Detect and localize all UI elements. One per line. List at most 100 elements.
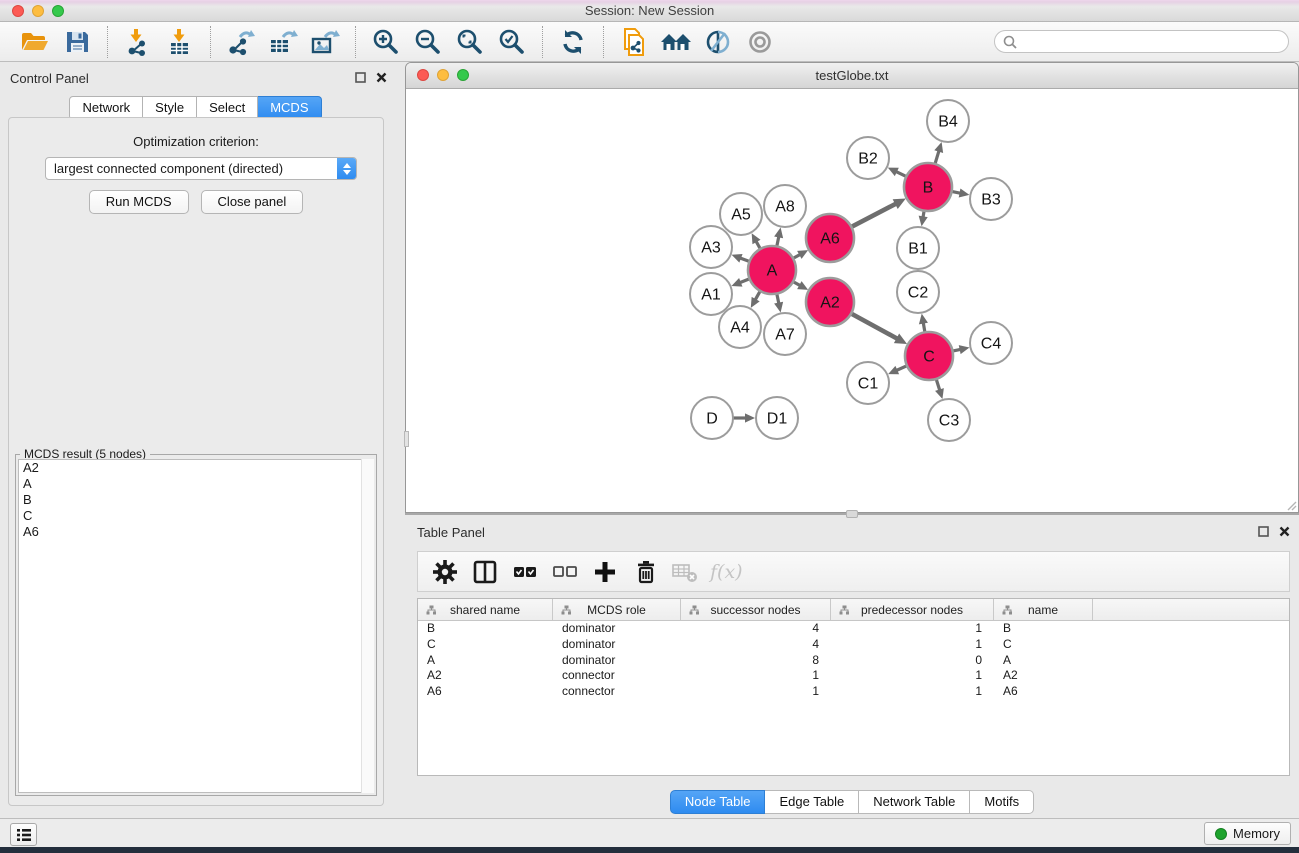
horizontal-splitter[interactable] [405,513,1299,515]
task-history-button[interactable] [10,823,37,846]
main-toolbar [0,22,1299,62]
node-label: B [923,180,934,197]
toolbar-separator [355,26,356,58]
table-row[interactable]: A6connector11A6 [418,684,1289,700]
control-panel-controls [355,72,387,83]
import-network-icon[interactable] [122,26,154,58]
mcds-result-item[interactable]: A2 [19,460,373,476]
table-row[interactable]: Bdominator41B [418,621,1289,637]
mcds-result-item[interactable]: A [19,476,373,492]
float-panel-icon[interactable] [1258,526,1269,537]
column-header[interactable]: predecessor nodes [831,599,994,620]
column-header[interactable]: successor nodes [681,599,831,620]
mcds-result-item[interactable]: B [19,492,373,508]
edge-arrowhead-icon [919,216,928,227]
table-row[interactable]: A2connector11A2 [418,668,1289,684]
app-titlebar: Session: New Session [0,0,1299,22]
search-input[interactable] [1018,33,1288,51]
window-title: Session: New Session [0,3,1299,18]
close-panel-button[interactable]: Close panel [201,190,304,214]
graph-edge[interactable] [851,313,898,339]
node-table[interactable]: shared nameMCDS rolesuccessor nodesprede… [417,598,1290,776]
home-icon[interactable] [660,26,692,58]
float-panel-icon[interactable] [355,72,366,83]
import-table-icon[interactable] [164,26,196,58]
add-column-icon[interactable] [590,558,620,586]
close-panel-icon[interactable] [376,72,387,83]
list-icon [16,828,32,842]
delete-table-icon[interactable] [670,558,700,586]
zoom-out-icon[interactable] [412,26,444,58]
node-label: B2 [858,151,878,168]
column-header[interactable]: name [994,599,1093,620]
save-session-icon[interactable] [61,26,93,58]
run-mcds-button[interactable]: Run MCDS [89,190,189,214]
node-label: A2 [820,295,840,312]
network-graph[interactable]: B4B2BB3A5A8A6A3B1AA1C2A2A4A7CC4C1C3DD1 [406,89,1298,512]
memory-button[interactable]: Memory [1204,822,1291,845]
table-panel-title: Table Panel [417,525,485,540]
select-all-icon[interactable] [510,558,540,586]
network-window-title: testGlobe.txt [406,68,1298,83]
node-label: A7 [775,327,795,344]
delete-column-icon[interactable] [630,558,660,586]
mcds-result-item[interactable]: C [19,508,373,524]
splitter-handle[interactable] [846,510,858,518]
tab-edge-table[interactable]: Edge Table [765,790,859,814]
edge-arrowhead-icon [959,345,970,354]
edge-arrowhead-icon [959,188,970,197]
table-row[interactable]: Cdominator41C [418,637,1289,653]
export-table-icon[interactable] [267,26,299,58]
tab-network-table[interactable]: Network Table [859,790,970,814]
control-panel-title: Control Panel [10,71,89,86]
table-panel-controls [1258,526,1290,537]
export-network-icon[interactable] [225,26,257,58]
function-builder-icon[interactable]: f(x) [710,561,743,583]
hide-detail-icon[interactable] [702,26,734,58]
zoom-selected-icon[interactable] [496,26,528,58]
graph-edge[interactable] [851,203,897,227]
edge-arrowhead-icon [732,254,743,263]
edge-arrowhead-icon [774,302,783,313]
table-panel-tabs: Node TableEdge TableNetwork TableMotifs [405,790,1299,814]
toolbar-separator [107,26,108,58]
graph-edge[interactable] [935,150,939,164]
status-bar: Memory [0,818,1299,847]
eye-icon[interactable] [744,26,776,58]
node-label: C3 [939,413,960,430]
network-left-handle[interactable] [404,431,409,447]
mcds-result-item[interactable]: A6 [19,524,373,540]
open-session-icon[interactable] [19,26,51,58]
split-view-icon[interactable] [470,558,500,586]
mcds-result-list[interactable]: A2ABCA6 [18,459,374,793]
column-header[interactable]: MCDS role [553,599,681,620]
deselect-all-icon[interactable] [550,558,580,586]
memory-label: Memory [1233,826,1280,841]
tab-motifs[interactable]: Motifs [970,790,1034,814]
node-label: B4 [938,114,958,131]
edge-arrowhead-icon [934,142,943,153]
export-image-icon[interactable] [309,26,341,58]
edge-arrowhead-icon [935,388,944,399]
mcds-panel: Optimization criterion: largest connecte… [8,117,384,806]
criterion-value: largest connected component (directed) [46,161,337,176]
settings-icon[interactable] [430,558,460,586]
toolbar-separator [603,26,604,58]
zoom-in-icon[interactable] [370,26,402,58]
refresh-icon[interactable] [557,26,589,58]
search-field[interactable] [994,30,1289,53]
mcds-result-scrollbar[interactable] [361,459,374,793]
network-window-titlebar[interactable]: testGlobe.txt [406,63,1298,89]
tab-node-table[interactable]: Node Table [670,790,766,814]
column-header[interactable]: shared name [418,599,553,620]
table-toolbar: f(x) [417,551,1290,592]
clone-network-icon[interactable] [618,26,650,58]
resize-grip-icon[interactable] [1285,499,1297,511]
toolbar-separator [542,26,543,58]
edge-arrowhead-icon [919,314,928,325]
close-panel-icon[interactable] [1279,526,1290,537]
zoom-fit-icon[interactable] [454,26,486,58]
criterion-select[interactable]: largest connected component (directed) [45,157,357,180]
table-row[interactable]: Adominator80A [418,653,1289,669]
node-label: B3 [981,192,1001,209]
